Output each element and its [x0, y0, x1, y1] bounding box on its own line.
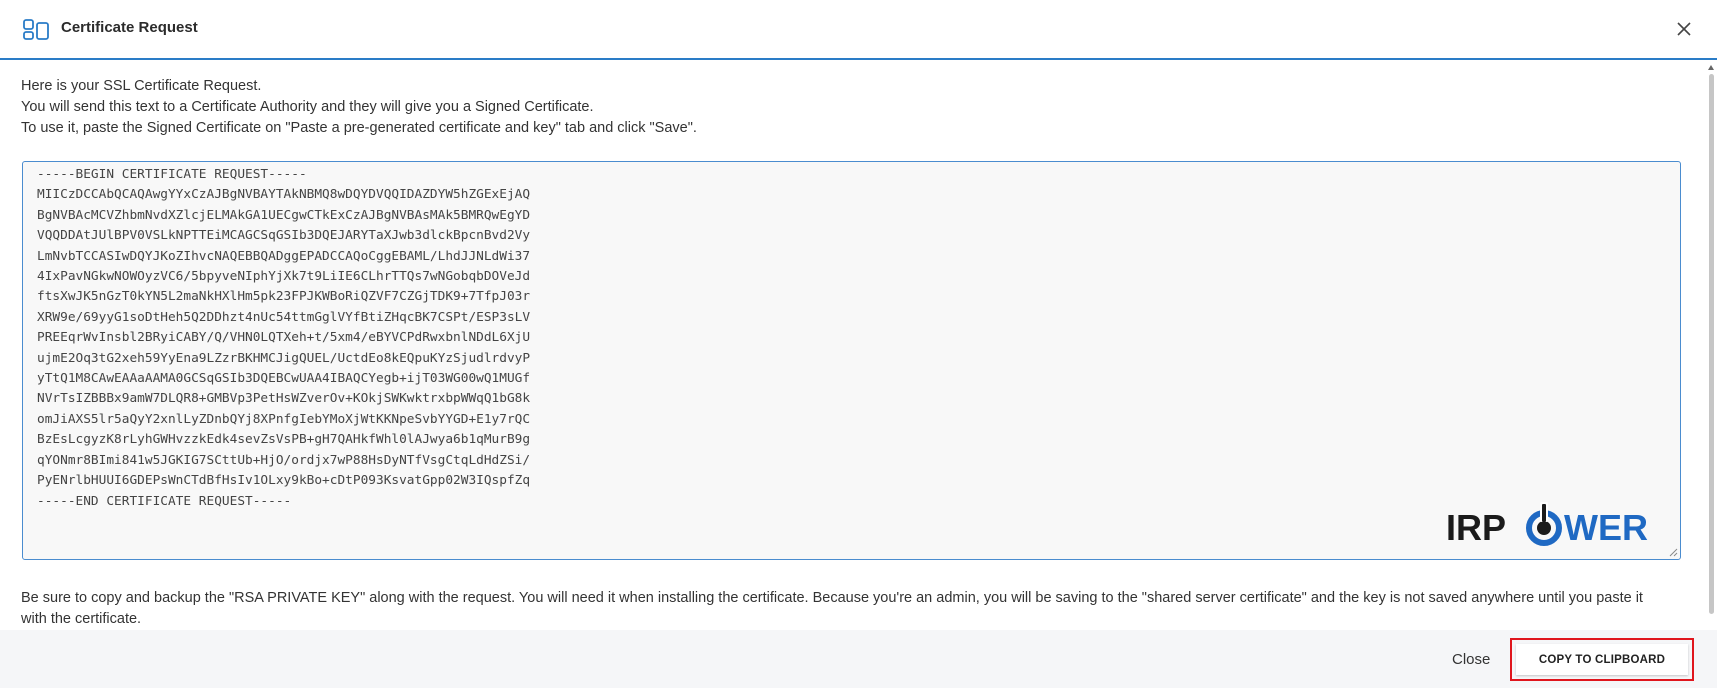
power-icon: [1526, 502, 1562, 546]
logo-text-left: IRP: [1446, 507, 1506, 548]
dialog-footer: Close COPY TO CLIPBOARD: [0, 630, 1717, 688]
certificate-request-icon: [23, 19, 49, 40]
dialog-scrollbar[interactable]: [1706, 62, 1717, 630]
dialog-header: Certificate Request: [0, 0, 1717, 60]
intro-text: Here is your SSL Certificate Request. Yo…: [21, 76, 697, 139]
logo-text-right: WER: [1564, 507, 1648, 548]
scrollbar-thumb[interactable]: [1709, 74, 1714, 614]
dialog-body[interactable]: Here is your SSL Certificate Request. Yo…: [0, 62, 1700, 630]
close-icon[interactable]: [1675, 20, 1693, 38]
scroll-up-icon[interactable]: [1708, 65, 1714, 70]
intro-line-3: To use it, paste the Signed Certificate …: [21, 120, 697, 136]
backup-note: Be sure to copy and backup the "RSA PRIV…: [21, 590, 1643, 627]
resize-grip-icon[interactable]: [1669, 548, 1678, 557]
csr-text[interactable]: -----BEGIN CERTIFICATE REQUEST----- MIIC…: [37, 165, 530, 512]
intro-line-1: Here is your SSL Certificate Request.: [21, 78, 262, 94]
irpower-logo: IRP WER: [1446, 502, 1648, 548]
close-button[interactable]: Close: [1444, 646, 1498, 674]
copy-to-clipboard-button[interactable]: COPY TO CLIPBOARD: [1516, 644, 1688, 675]
dialog-title: Certificate Request: [61, 19, 198, 36]
intro-line-2: You will send this text to a Certificate…: [21, 99, 594, 115]
csr-textarea[interactable]: -----BEGIN CERTIFICATE REQUEST----- MIIC…: [22, 161, 1681, 560]
certificate-request-dialog: Certificate Request Here is your SSL Cer…: [0, 0, 1717, 688]
